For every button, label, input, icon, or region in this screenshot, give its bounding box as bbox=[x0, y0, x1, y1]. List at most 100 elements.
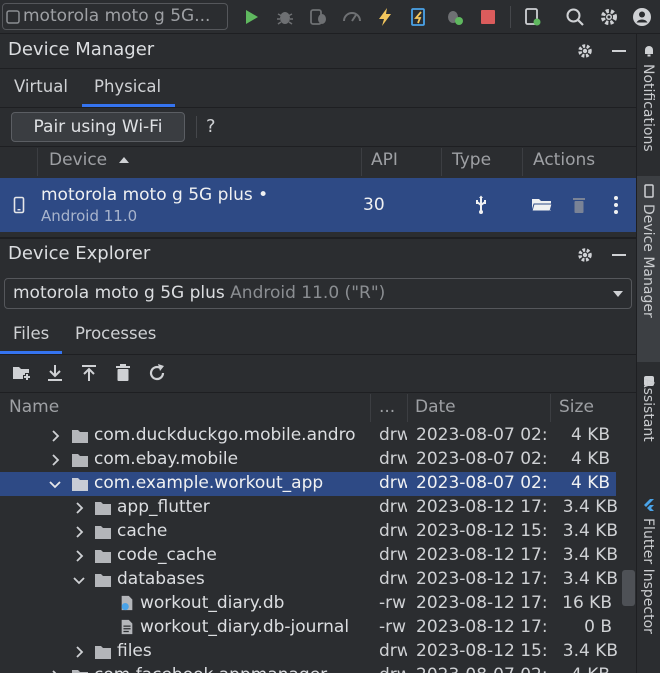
download-icon[interactable] bbox=[46, 363, 64, 383]
sort-ascending-icon bbox=[119, 157, 129, 163]
settings-icon[interactable] bbox=[598, 6, 620, 28]
column-name[interactable]: Name bbox=[9, 397, 59, 417]
device-explorer-settings-icon[interactable] bbox=[576, 246, 594, 264]
tab-virtual[interactable]: Virtual bbox=[14, 77, 68, 96]
divider bbox=[0, 107, 636, 108]
file-size: 3.4 KB bbox=[562, 545, 618, 565]
chevron-down-icon bbox=[613, 291, 623, 297]
column-api[interactable]: API bbox=[371, 150, 398, 170]
column-type[interactable]: Type bbox=[452, 150, 491, 170]
chevron-right-icon[interactable] bbox=[73, 646, 85, 658]
device-row[interactable]: motorola moto g 5G plus • Android 11.0 3… bbox=[0, 178, 636, 232]
tab-physical[interactable]: Physical bbox=[94, 77, 161, 96]
explorer-device-selector[interactable]: motorola moto g 5G plus Android 11.0 ("R… bbox=[4, 278, 632, 309]
toolbar-divider bbox=[510, 6, 511, 28]
help-button[interactable]: ? bbox=[206, 116, 216, 137]
column-device[interactable]: Device bbox=[49, 150, 107, 170]
explorer-device-os: Android 11.0 ("R") bbox=[230, 283, 386, 303]
column-separator bbox=[361, 148, 362, 176]
file-row[interactable]: databases drw 2023-08-12 17: 3.4 KB bbox=[0, 568, 636, 592]
chevron-right-icon[interactable] bbox=[49, 454, 61, 466]
file-name: files bbox=[117, 641, 152, 661]
file-permissions: drw bbox=[379, 473, 407, 493]
tab-files[interactable]: Files bbox=[13, 324, 49, 343]
file-row[interactable]: com.ebay.mobile drw 2023-08-07 02: 4 KB bbox=[0, 448, 636, 472]
tab-notifications[interactable]: Notifications bbox=[637, 40, 660, 168]
chevron-right-icon[interactable] bbox=[49, 430, 61, 442]
tab-flutter-inspector[interactable]: Flutter Inspector bbox=[637, 494, 660, 673]
file-date: 2023-08-12 15: bbox=[416, 521, 548, 541]
device-api: 30 bbox=[363, 195, 385, 215]
file-row[interactable]: com.facebook.appmanager drw 2023-08-07 0… bbox=[0, 664, 636, 673]
chevron-right-icon[interactable] bbox=[73, 526, 85, 538]
profiler-icon[interactable] bbox=[341, 6, 363, 28]
column-separator bbox=[37, 148, 38, 176]
file-name: cache bbox=[117, 521, 168, 541]
tab-assistant-label: Assistant bbox=[640, 378, 656, 442]
device-files-icon[interactable] bbox=[531, 196, 553, 214]
file-row[interactable]: workout_diary.db -rw 2023-08-12 17: 16 K… bbox=[0, 592, 636, 616]
main-toolbar: motorola moto g 5G... bbox=[0, 0, 660, 34]
file-size: 4 KB bbox=[570, 473, 610, 493]
file-date: 2023-08-12 17: bbox=[416, 545, 548, 565]
hide-panel-icon[interactable] bbox=[610, 42, 628, 60]
more-options-icon[interactable] bbox=[611, 195, 621, 215]
delete-icon[interactable] bbox=[571, 195, 587, 214]
file-permissions: drw bbox=[379, 545, 407, 565]
folder-icon bbox=[95, 574, 111, 587]
upload-icon[interactable] bbox=[80, 363, 98, 383]
stop-icon[interactable] bbox=[477, 6, 499, 28]
chevron-right-icon[interactable] bbox=[73, 502, 85, 514]
file-row[interactable]: app_flutter drw 2023-08-12 17: 3.4 KB bbox=[0, 496, 636, 520]
file-permissions: drw bbox=[379, 449, 407, 469]
divider bbox=[0, 146, 636, 147]
run-icon[interactable] bbox=[240, 6, 262, 28]
file-size: 16 KB bbox=[562, 593, 612, 613]
column-date[interactable]: Date bbox=[415, 397, 456, 417]
column-separator bbox=[370, 394, 371, 422]
column-size[interactable]: Size bbox=[559, 397, 594, 417]
vertical-scrollbar-thumb[interactable] bbox=[622, 570, 635, 606]
delete-file-icon[interactable] bbox=[115, 363, 131, 383]
file-size: 4 KB bbox=[570, 449, 610, 469]
file-size: 3.4 KB bbox=[562, 569, 618, 589]
search-icon[interactable] bbox=[564, 6, 586, 28]
file-row[interactable]: com.duckduckgo.mobile.andro drw 2023-08-… bbox=[0, 424, 636, 448]
device-mirror-icon[interactable] bbox=[522, 6, 544, 28]
file-date: 2023-08-07 02: bbox=[416, 425, 548, 445]
tab-device-manager[interactable]: Device Manager bbox=[637, 176, 660, 362]
apply-changes-icon[interactable] bbox=[374, 6, 396, 28]
column-actions[interactable]: Actions bbox=[533, 150, 595, 170]
chevron-right-icon[interactable] bbox=[73, 550, 85, 562]
refresh-icon[interactable] bbox=[147, 363, 167, 383]
apply-code-changes-icon[interactable] bbox=[408, 6, 430, 28]
hide-panel-icon[interactable] bbox=[610, 246, 628, 264]
folder-icon bbox=[95, 526, 111, 539]
device-manager-settings-icon[interactable] bbox=[576, 42, 594, 60]
attach-debugger-icon[interactable] bbox=[307, 6, 329, 28]
file-row[interactable]: files drw 2023-08-12 15: 3.4 KB bbox=[0, 640, 636, 664]
account-icon[interactable] bbox=[631, 6, 653, 28]
file-name: workout_diary.db-journal bbox=[140, 617, 350, 637]
chevron-down-icon[interactable] bbox=[73, 574, 85, 586]
column-separator bbox=[441, 148, 442, 176]
device-selector[interactable]: motorola moto g 5G... bbox=[2, 3, 228, 30]
file-row[interactable]: code_cache drw 2023-08-12 17: 3.4 KB bbox=[0, 544, 636, 568]
file-date: 2023-08-07 02: bbox=[416, 449, 548, 469]
column-permissions[interactable]: ... bbox=[379, 397, 395, 417]
tab-assistant[interactable]: Assistant bbox=[637, 370, 660, 486]
file-row[interactable]: workout_diary.db-journal -rw 2023-08-12 … bbox=[0, 616, 636, 640]
debug-icon[interactable] bbox=[274, 6, 296, 28]
pair-wifi-button[interactable]: Pair using Wi-Fi bbox=[11, 112, 185, 142]
file-name: app_flutter bbox=[117, 497, 210, 517]
new-folder-icon[interactable] bbox=[12, 364, 32, 382]
file-name: com.example.workout_app bbox=[94, 473, 324, 493]
file-permissions: -rw bbox=[379, 617, 407, 637]
file-row-selected[interactable]: com.example.workout_app drw 2023-08-07 0… bbox=[0, 472, 616, 496]
tab-processes[interactable]: Processes bbox=[75, 324, 156, 343]
file-date: 2023-08-07 02: bbox=[416, 665, 550, 673]
gradle-sync-icon[interactable] bbox=[443, 6, 465, 28]
folder-icon bbox=[72, 430, 88, 443]
file-row[interactable]: cache drw 2023-08-12 15: 3.4 KB bbox=[0, 520, 636, 544]
chevron-down-icon[interactable] bbox=[49, 478, 61, 490]
